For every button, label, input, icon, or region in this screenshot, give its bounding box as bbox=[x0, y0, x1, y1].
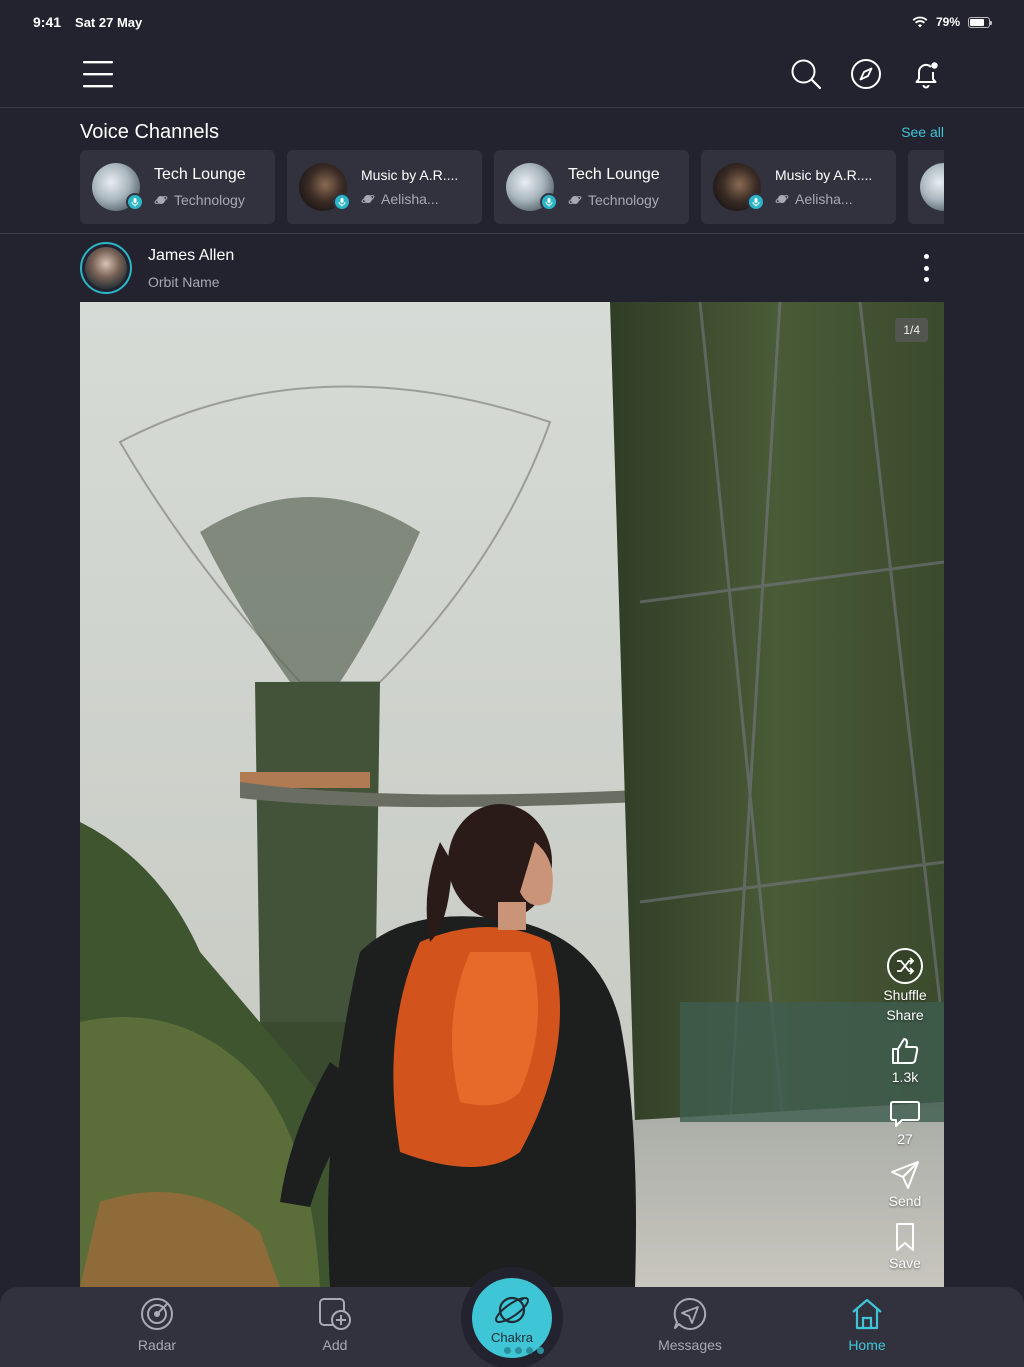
orbit-icon bbox=[361, 195, 375, 203]
explore-button[interactable] bbox=[848, 56, 884, 92]
image-counter: 1/4 bbox=[895, 318, 928, 342]
voice-channels-list[interactable]: Tech Lounge Technology Music by A.R.... … bbox=[80, 150, 944, 224]
voice-channels-title: Voice Channels bbox=[80, 120, 219, 143]
status-time: 9:41 bbox=[33, 14, 62, 30]
post-header: James Allen Orbit Name bbox=[80, 242, 944, 296]
photo-illustration bbox=[80, 302, 944, 1287]
more-vertical-icon bbox=[923, 254, 929, 259]
like-count: 1.3k bbox=[891, 1069, 919, 1085]
post-actions: Shuffle Share 1.3k 27 Send Save bbox=[873, 947, 937, 1273]
planet-icon bbox=[495, 1296, 529, 1323]
send-button[interactable]: Send bbox=[888, 1159, 922, 1211]
channel-name: Music by A.R.... bbox=[775, 167, 873, 183]
mic-icon bbox=[126, 193, 144, 211]
menu-button[interactable] bbox=[80, 56, 116, 92]
tab-home-label: Home bbox=[848, 1337, 886, 1353]
voice-channels-header: Voice Channels See all bbox=[80, 118, 944, 146]
comment-button[interactable]: 27 bbox=[889, 1097, 921, 1149]
home-icon bbox=[852, 1298, 882, 1330]
tab-messages-label: Messages bbox=[658, 1337, 722, 1353]
status-date: Sat 27 May bbox=[75, 14, 143, 30]
tab-messages[interactable]: Messages bbox=[640, 1297, 740, 1357]
add-post-icon bbox=[319, 1298, 351, 1330]
orbit-icon bbox=[154, 196, 168, 204]
share-label: Share bbox=[886, 1007, 924, 1023]
post-image[interactable]: 1/4 Shuffle Share 1.3k 27 Send Save bbox=[80, 302, 944, 1287]
tab-home[interactable]: Home bbox=[817, 1297, 917, 1357]
channel-host: Aelisha... bbox=[795, 191, 853, 207]
channel-host: Aelisha... bbox=[381, 191, 439, 207]
shuffle-share-button[interactable]: Shuffle Share bbox=[883, 947, 927, 1025]
battery-percent: 79% bbox=[935, 15, 960, 29]
tab-radar[interactable]: Radar bbox=[107, 1297, 207, 1357]
thumbs-up-icon bbox=[892, 1038, 919, 1064]
mic-icon bbox=[747, 193, 765, 211]
orbit-icon bbox=[775, 195, 789, 203]
see-all-link[interactable]: See all bbox=[901, 124, 944, 140]
channel-name: Tech Lounge bbox=[154, 166, 246, 183]
status-bar: 9:41 Sat 27 May 79% bbox=[0, 0, 1024, 44]
shuffle-label: Shuffle bbox=[883, 987, 927, 1003]
voice-channel-card[interactable]: Music by A.R.... Aelisha... bbox=[287, 150, 482, 224]
search-icon bbox=[791, 59, 822, 90]
orbit-name[interactable]: Orbit Name bbox=[148, 274, 220, 290]
comment-icon bbox=[890, 1101, 920, 1127]
channel-name: Tech Lounge bbox=[568, 166, 660, 183]
voice-channel-card[interactable]: Tech Lounge Technology bbox=[80, 150, 275, 224]
save-button[interactable]: Save bbox=[889, 1221, 921, 1273]
channel-avatar bbox=[299, 163, 351, 211]
more-options-button[interactable] bbox=[914, 254, 938, 282]
chakra-button[interactable]: Chakra bbox=[472, 1278, 552, 1358]
tab-add[interactable]: Add bbox=[285, 1297, 385, 1357]
bell-icon bbox=[915, 62, 938, 89]
battery-icon bbox=[968, 16, 992, 28]
channel-avatar bbox=[920, 163, 944, 211]
author-avatar[interactable] bbox=[80, 242, 132, 294]
channel-category: Technology bbox=[588, 192, 659, 208]
notifications-button[interactable] bbox=[908, 56, 944, 92]
voice-channel-card[interactable]: Music by A.R.... Aelisha... bbox=[701, 150, 896, 224]
orbit-icon bbox=[568, 196, 582, 204]
send-label: Send bbox=[888, 1193, 922, 1209]
tab-radar-label: Radar bbox=[137, 1337, 177, 1353]
send-icon bbox=[890, 1161, 919, 1189]
search-button[interactable] bbox=[788, 56, 824, 92]
channel-avatar bbox=[92, 163, 144, 211]
like-button[interactable]: 1.3k bbox=[889, 1035, 921, 1087]
author-name[interactable]: James Allen bbox=[148, 247, 234, 265]
save-label: Save bbox=[889, 1255, 921, 1271]
radar-icon bbox=[141, 1298, 173, 1330]
chakra-label: Chakra bbox=[491, 1329, 533, 1345]
channel-name: Music by A.R.... bbox=[361, 167, 459, 183]
chakra-indicator bbox=[493, 1347, 544, 1354]
menu-icon bbox=[83, 61, 113, 88]
wifi-icon bbox=[912, 16, 928, 28]
voice-channel-card[interactable]: Tech Lounge Technology bbox=[494, 150, 689, 224]
channel-category: Technology bbox=[174, 192, 245, 208]
shuffle-icon bbox=[887, 948, 923, 984]
section-divider bbox=[0, 233, 1024, 234]
messages-icon bbox=[673, 1297, 707, 1330]
top-nav bbox=[0, 44, 1024, 108]
voice-channel-card[interactable] bbox=[908, 150, 944, 224]
channel-avatar bbox=[713, 163, 765, 211]
mic-icon bbox=[540, 193, 558, 211]
channel-avatar bbox=[506, 163, 558, 211]
comment-count: 27 bbox=[897, 1131, 913, 1147]
tab-add-label: Add bbox=[322, 1337, 348, 1353]
mic-icon bbox=[333, 193, 351, 211]
compass-icon bbox=[851, 59, 881, 89]
bookmark-icon bbox=[896, 1223, 914, 1251]
